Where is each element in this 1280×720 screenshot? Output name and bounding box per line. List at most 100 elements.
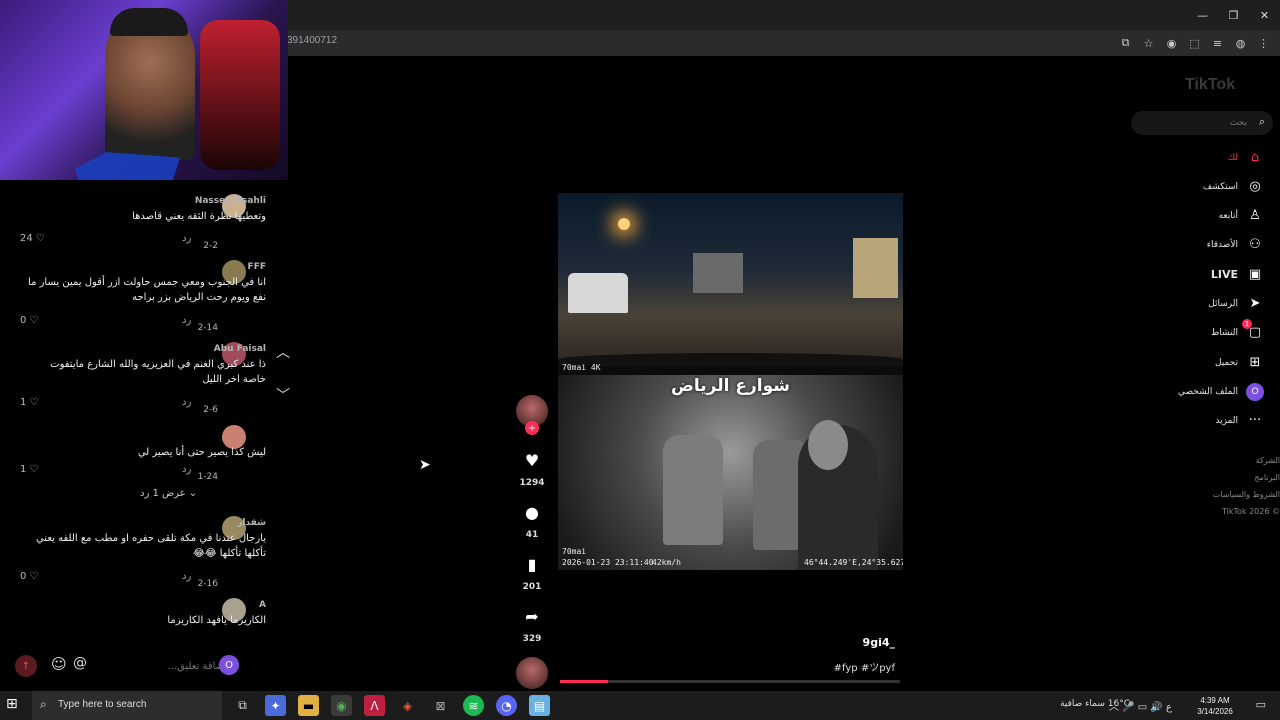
extensions-puzzle-icon[interactable]: ⬚ [1186, 33, 1203, 53]
emoji-icon[interactable]: ☺ [51, 655, 67, 673]
dashcam-speed: 42km/h [652, 558, 681, 567]
show-replies-button[interactable]: عرض 1 رد ⌄ [140, 488, 197, 499]
notepad-icon[interactable]: ▤ [529, 695, 550, 716]
video-description[interactable]: #fyp #ツpyf [800, 659, 895, 674]
file-explorer-icon[interactable]: ▬ [298, 695, 319, 716]
comment-item: FFF انا في الجنوب ومعي جمس حاولت ازر أقو… [26, 262, 266, 305]
previous-video-button[interactable]: ︿ [270, 342, 296, 368]
more-icon: ··· [1248, 413, 1262, 428]
share-count: 329 [522, 634, 542, 644]
search-icon[interactable]: ⌕ [1259, 115, 1265, 129]
maximize-button[interactable]: ❐ [1218, 0, 1249, 30]
comment-author[interactable]: A [26, 600, 266, 610]
user-avatar[interactable]: O [219, 655, 239, 675]
url-text[interactable]: 391400712 [287, 35, 337, 46]
profile-icon[interactable]: ◍ [1232, 33, 1249, 53]
nav-item-label: استكشف [1202, 182, 1238, 192]
copilot-icon[interactable]: ✦ [265, 695, 286, 716]
window-controls: — ❐ ✕ [1187, 0, 1280, 30]
nav-item-live[interactable]: LIVE ▣ [1140, 265, 1270, 289]
app-box-icon[interactable]: ⊠ [430, 695, 451, 716]
comment-author[interactable]: Nasser alsahli [26, 196, 266, 206]
comment-text: ليش كذا يصير حتى أنا يصير لي [137, 447, 266, 458]
streamer-cap [110, 8, 188, 36]
video-author[interactable]: 9gi4_ [840, 636, 895, 649]
mention-icon[interactable]: @ [73, 655, 87, 671]
taskbar-search-placeholder: Type here to search [58, 699, 147, 710]
comment-text: وتعطيها نظرة الثقه يعني قاصدها [132, 211, 266, 222]
nav-item-label: تحميل [1214, 358, 1238, 368]
comment-author[interactable]: Abu Faisal [26, 344, 266, 354]
extension-icon[interactable]: ◉ [1163, 33, 1180, 53]
nav-item-upload[interactable]: تحميل ⊞ [1140, 353, 1270, 377]
browser-menu-icon[interactable]: ⋮ [1255, 33, 1272, 53]
dashcam-coordinates: 46°44.249'E,24°35.627'N [804, 558, 903, 567]
tray-icons[interactable]: ︿ 🎤 ▭ 🔊 ع [1109, 698, 1172, 713]
comment-like-button[interactable]: 0 ♡ [20, 315, 38, 326]
bookmark-star-icon[interactable]: ☆ [1140, 33, 1157, 53]
app-red-icon[interactable]: Λ [364, 695, 385, 716]
comment-date: 2-16 [197, 579, 218, 589]
nav-item-explore[interactable]: استكشف ◎ [1140, 177, 1270, 201]
brave-icon[interactable]: ◈ [397, 695, 418, 716]
like-button[interactable]: ♥ 1294 [514, 451, 550, 488]
send-arrow-icon[interactable]: ↑ [15, 655, 37, 677]
notification-icon[interactable]: ▭ [1256, 698, 1266, 711]
tiktok-logo[interactable]: TikTok [1185, 76, 1235, 94]
footer-links: الشركة البرنامج الشروط والسياسات © TikTo… [1160, 456, 1280, 524]
footer-program-link[interactable]: البرنامج [1160, 473, 1280, 490]
close-button[interactable]: ✕ [1249, 0, 1280, 30]
nav-item-following[interactable]: أتابعه ♙ [1140, 206, 1270, 230]
comment-author[interactable]: شقدار [26, 518, 266, 528]
nav-item-for-you[interactable]: لك ⌂ [1140, 148, 1270, 172]
task-view-icon[interactable]: ⧉ [232, 695, 253, 716]
chevron-down-icon: ﹀ [276, 388, 290, 404]
music-disc-avatar[interactable] [516, 657, 548, 689]
video-player[interactable]: 70mai 4K شوارع الرياض 70mai 2026-01-23 2… [558, 193, 903, 570]
comment-item: ليش كذا يصير حتى أنا يصير لي [26, 442, 266, 460]
search-input[interactable] [1141, 114, 1247, 132]
video-progress-fill [560, 680, 608, 683]
like-count: 0 [20, 315, 27, 326]
search-icon: ⌕ [40, 697, 47, 711]
comment-date: 2-14 [197, 323, 218, 333]
taskbar-apps: ⧉ ✦ ▬ ◉ Λ ◈ ⊠ ≋ ◔ ▤ [232, 695, 550, 716]
comment-like-button[interactable]: 24 ♡ [20, 233, 45, 244]
minimize-button[interactable]: — [1187, 0, 1218, 30]
comment-like-button[interactable]: 0 ♡ [20, 571, 38, 582]
windows-start-icon[interactable]: ⊞ [6, 696, 18, 712]
clock[interactable]: 4:39 AM 3/14/2026 [1190, 695, 1240, 717]
chrome-icon[interactable]: ◉ [331, 695, 352, 716]
comment-like-button[interactable]: 1 ♡ [20, 397, 38, 408]
nav-item-messages[interactable]: الرسائل ➤ [1140, 294, 1270, 318]
comment-like-button[interactable]: 1 ♡ [20, 464, 38, 475]
next-video-button[interactable]: ﹀ [270, 385, 296, 411]
media-control-icon[interactable]: ≡ [1209, 33, 1226, 53]
comment-input[interactable] [95, 657, 227, 675]
nav-item-friends[interactable]: الأصدقاء ⚇ [1140, 235, 1270, 259]
spotify-icon[interactable]: ≋ [463, 695, 484, 716]
share-button[interactable]: ➦ 329 [514, 607, 550, 644]
footer-terms-link[interactable]: الشروط والسياسات [1160, 490, 1280, 507]
mouse-cursor: ➤ [419, 457, 431, 473]
like-count: 1 [20, 397, 27, 408]
follow-plus-icon[interactable]: + [525, 421, 539, 435]
save-button[interactable]: ▮ 201 [514, 555, 550, 592]
bookmark-icon: ▮ [527, 555, 537, 574]
taskbar-search[interactable]: ⌕ Type here to search [32, 691, 222, 720]
discord-icon[interactable]: ◔ [496, 695, 517, 716]
install-app-icon[interactable]: ⧉ [1117, 33, 1134, 53]
nav-item-activity[interactable]: النشاط ▢ 1 [1140, 319, 1270, 347]
comment-author[interactable]: FFF [26, 262, 266, 272]
footer-company-link[interactable]: الشركة [1160, 456, 1280, 473]
friends-icon: ⚇ [1249, 237, 1261, 252]
nav-item-more[interactable]: المزيد ··· [1140, 411, 1270, 435]
nav-item-label: LIVE [1210, 268, 1238, 281]
comment-button[interactable]: ● 41 [514, 503, 550, 540]
upload-icon: ⊞ [1249, 355, 1261, 370]
nav-item-label: النشاط [1210, 328, 1238, 338]
video-progress-bar[interactable] [560, 680, 900, 683]
nav-item-profile[interactable]: الملف الشخصي O [1140, 382, 1270, 406]
comment-bubble-icon: ● [525, 503, 539, 522]
windows-taskbar: ⊞ ⌕ Type here to search ⧉ ✦ ▬ ◉ Λ ◈ ⊠ ≋ … [0, 691, 1280, 720]
